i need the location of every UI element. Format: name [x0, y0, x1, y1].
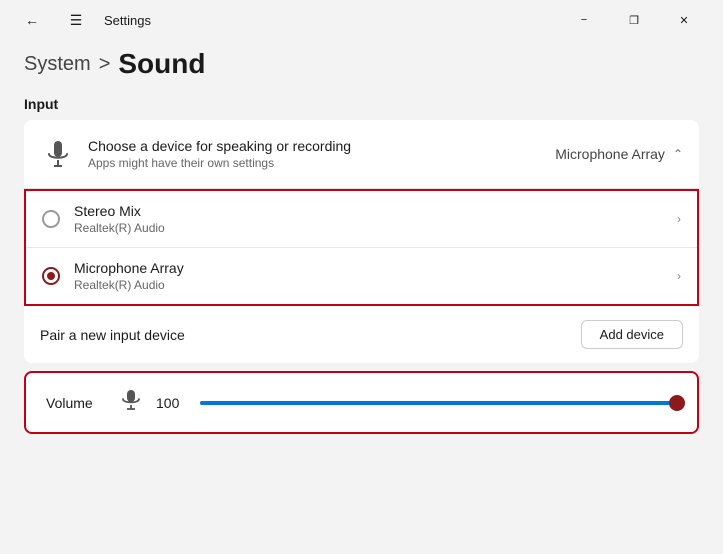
input-section-header: Input — [24, 96, 699, 112]
breadcrumb-separator: > — [99, 53, 111, 76]
slider-thumb[interactable] — [669, 395, 685, 411]
volume-mic-icon — [122, 389, 140, 416]
breadcrumb: System > Sound — [0, 40, 723, 96]
input-card: Choose a device for speaking or recordin… — [24, 120, 699, 363]
volume-value: 100 — [156, 395, 184, 411]
radio-inner-dot — [47, 272, 55, 280]
device-item-stereo-mix-text: Stereo Mix Realtek(R) Audio — [74, 203, 677, 235]
radio-microphone-array — [42, 267, 60, 285]
device-selector-title: Choose a device for speaking or recordin… — [88, 138, 555, 154]
title-bar-left: ← ☰ Settings — [16, 4, 151, 36]
selected-device-name: Microphone Array — [555, 146, 665, 162]
slider-track — [200, 401, 677, 405]
close-button[interactable]: ✕ — [661, 4, 707, 36]
title-bar-title: Settings — [104, 13, 151, 28]
slider-fill — [200, 401, 677, 405]
title-bar-controls: − ❐ ✕ — [561, 4, 707, 36]
device-item-microphone-array-text: Microphone Array Realtek(R) Audio — [74, 260, 677, 292]
volume-card: Volume 100 — [24, 371, 699, 434]
back-button[interactable]: ← — [16, 4, 48, 36]
device-item-stereo-mix[interactable]: Stereo Mix Realtek(R) Audio › — [26, 191, 697, 248]
chevron-up-icon: ⌃ — [673, 147, 683, 161]
volume-label: Volume — [46, 395, 106, 411]
device-selector-text: Choose a device for speaking or recordin… — [88, 138, 555, 170]
microphone-array-name: Microphone Array — [74, 260, 677, 276]
mic-icon — [40, 136, 76, 172]
device-selector-subtitle: Apps might have their own settings — [88, 156, 555, 170]
device-selector-row[interactable]: Choose a device for speaking or recordin… — [24, 120, 699, 189]
device-list: Stereo Mix Realtek(R) Audio › Microphone… — [24, 189, 699, 306]
maximize-button[interactable]: ❐ — [611, 4, 657, 36]
title-bar: ← ☰ Settings − ❐ ✕ — [0, 0, 723, 40]
microphone-array-chevron: › — [677, 269, 681, 283]
pair-label: Pair a new input device — [40, 327, 185, 343]
pair-row: Pair a new input device Add device — [24, 306, 699, 363]
hamburger-button[interactable]: ☰ — [60, 4, 92, 36]
content-area: Input Choose a device for speaking or re… — [0, 96, 723, 434]
device-item-microphone-array[interactable]: Microphone Array Realtek(R) Audio › — [26, 248, 697, 304]
add-device-button[interactable]: Add device — [581, 320, 683, 349]
volume-slider-container[interactable] — [200, 393, 677, 413]
breadcrumb-system[interactable]: System — [24, 53, 91, 76]
microphone-array-sub: Realtek(R) Audio — [74, 278, 677, 292]
device-selector-right: Microphone Array ⌃ — [555, 146, 683, 162]
breadcrumb-current: Sound — [118, 48, 205, 80]
radio-stereo-mix — [42, 210, 60, 228]
stereo-mix-chevron: › — [677, 212, 681, 226]
stereo-mix-name: Stereo Mix — [74, 203, 677, 219]
stereo-mix-sub: Realtek(R) Audio — [74, 221, 677, 235]
minimize-button[interactable]: − — [561, 4, 607, 36]
